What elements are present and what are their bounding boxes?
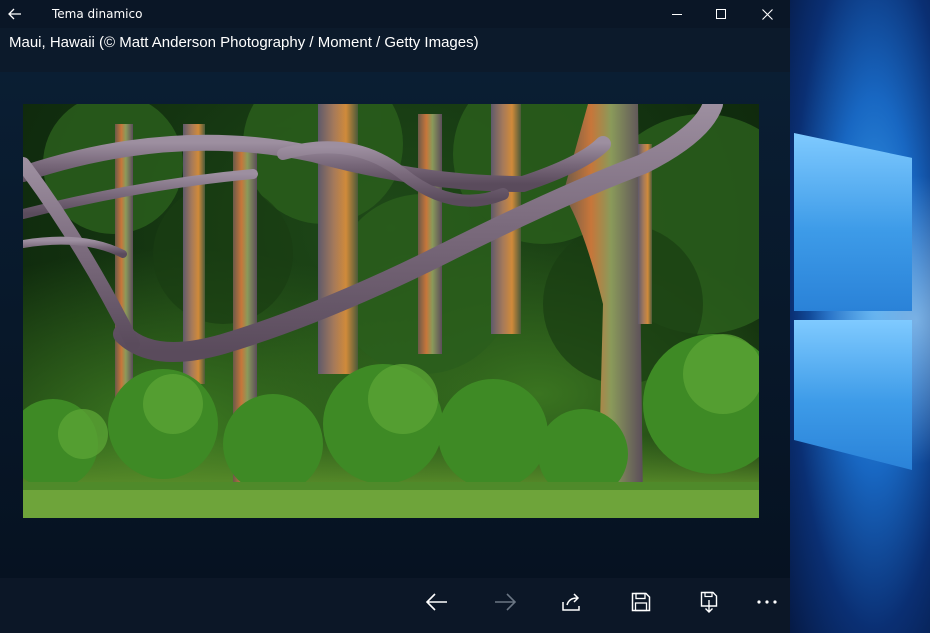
share-button[interactable] <box>547 578 597 626</box>
set-lock-screen-button[interactable] <box>684 578 734 626</box>
wallpaper-photo[interactable] <box>23 104 759 518</box>
arrow-left-icon <box>426 593 447 611</box>
close-icon <box>761 8 773 20</box>
app-window: Tema dinamico Maui, Hawaii (© Matt Ander… <box>0 0 790 633</box>
close-button[interactable] <box>744 0 790 28</box>
share-icon <box>562 593 580 611</box>
desktop-wallpaper <box>790 0 930 633</box>
next-button[interactable] <box>480 578 530 626</box>
back-arrow-icon <box>8 8 21 20</box>
back-button[interactable] <box>0 0 30 28</box>
maximize-icon <box>716 9 726 19</box>
photo-illustration <box>23 104 759 518</box>
more-icon <box>757 600 777 604</box>
app-title: Tema dinamico <box>52 7 143 21</box>
windows-logo-pane-top <box>794 133 912 311</box>
save-icon <box>631 592 651 612</box>
maximize-button[interactable] <box>698 0 744 28</box>
arrow-right-icon <box>495 593 516 611</box>
save-button[interactable] <box>616 578 666 626</box>
caption-header: Maui, Hawaii (© Matt Anderson Photograph… <box>0 28 790 72</box>
minimize-icon <box>672 14 682 15</box>
image-caption: Maui, Hawaii (© Matt Anderson Photograph… <box>9 34 479 51</box>
previous-button[interactable] <box>412 578 462 626</box>
title-bar: Tema dinamico <box>0 0 790 28</box>
minimize-button[interactable] <box>654 0 700 28</box>
save-download-icon <box>700 591 718 613</box>
command-bar <box>0 578 790 633</box>
more-button[interactable] <box>742 578 792 626</box>
